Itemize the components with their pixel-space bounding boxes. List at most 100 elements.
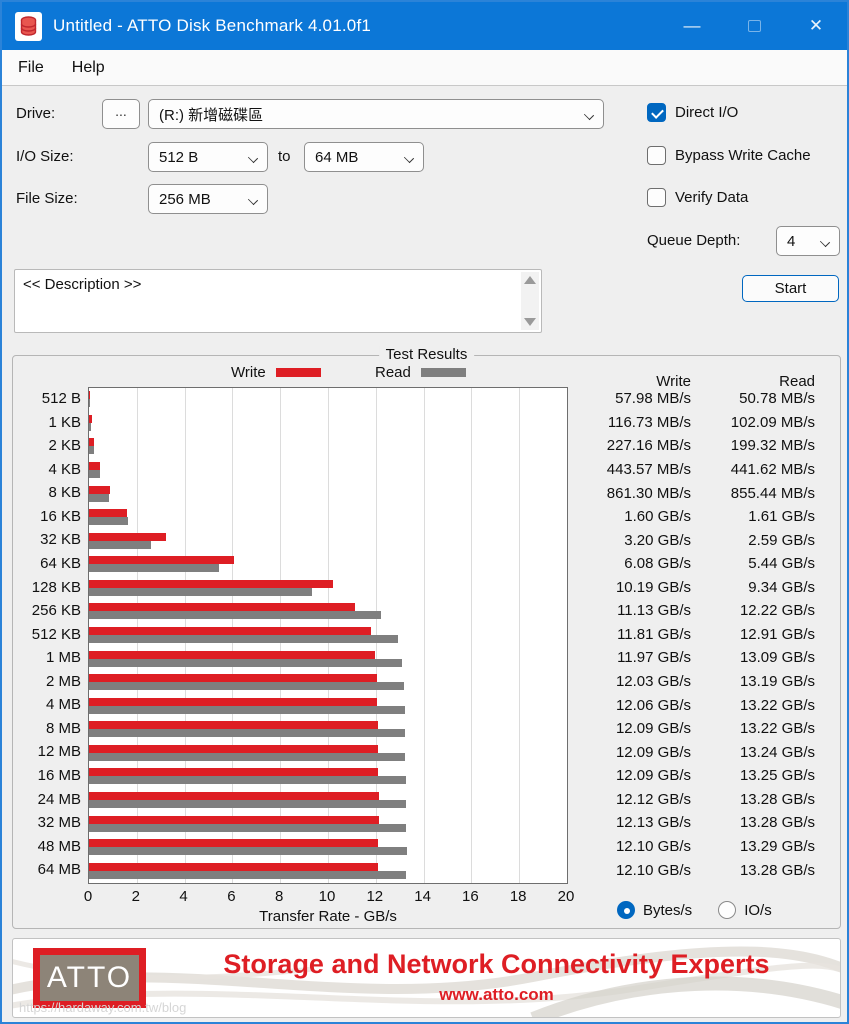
read-value: 12.91 GB/s [739, 625, 815, 643]
banner-tagline: Storage and Network Connectivity Experts [223, 949, 770, 979]
chart-bar-read [89, 729, 405, 738]
chart-bar-write [89, 579, 333, 588]
x-tick-label: 0 [83, 888, 93, 905]
close-button[interactable]: ✕ [785, 2, 847, 50]
bytes-per-sec-option[interactable]: Bytes/s [617, 901, 692, 919]
chart-category-label: 32 MB [37, 814, 81, 832]
file-size-select[interactable]: 256 MB [148, 184, 268, 214]
read-value: 102.09 MB/s [730, 413, 815, 431]
chart-category-label: 24 MB [37, 790, 81, 808]
chart-plot [88, 387, 568, 884]
description-input[interactable]: << Description >> [14, 269, 542, 333]
read-value: 13.28 GB/s [739, 790, 815, 808]
write-value: 12.09 GB/s [615, 767, 691, 785]
chart-bar-write [89, 744, 378, 753]
read-value: 441.62 MB/s [730, 460, 815, 478]
chart-bar-write [89, 768, 378, 777]
bytes-per-sec-radio[interactable] [617, 901, 635, 919]
chart-bar-read [89, 658, 402, 667]
scroll-down-icon[interactable] [524, 318, 536, 326]
chart-bar-write [89, 485, 110, 494]
verify-data-checkbox[interactable] [647, 188, 666, 207]
bypass-write-cache-option[interactable]: Bypass Write Cache [647, 146, 811, 165]
queue-depth-label: Queue Depth: [647, 232, 741, 249]
chart-bar-read [89, 705, 405, 714]
chart-bar-read [89, 635, 398, 643]
verify-data-option[interactable]: Verify Data [647, 188, 748, 207]
chart-category-label: 64 MB [37, 861, 81, 879]
file-size-label: File Size: [16, 190, 78, 207]
chevron-down-icon [247, 194, 259, 206]
window-title: Untitled - ATTO Disk Benchmark 4.01.0f1 [53, 16, 372, 35]
maximize-button[interactable] [723, 2, 785, 50]
chart-category-label: 2 MB [45, 672, 81, 690]
value-row: 11.81 GB/s 12.91 GB/s [573, 623, 815, 647]
write-value: 861.30 MB/s [606, 484, 691, 502]
chart-bar-read [89, 823, 407, 832]
chart-gridline [423, 388, 425, 883]
value-row: 57.98 MB/s 50.78 MB/s [573, 387, 815, 411]
write-value: 443.57 MB/s [606, 460, 691, 478]
chart-bar-read [89, 587, 313, 596]
chart-category-label: 12 MB [37, 743, 81, 761]
value-row: 12.13 GB/s 13.28 GB/s [573, 811, 815, 835]
write-value: 12.09 GB/s [615, 743, 691, 761]
queue-depth-select[interactable]: 4 [776, 226, 840, 256]
io-size-to-select[interactable]: 64 MB [304, 142, 424, 172]
start-button[interactable]: Start [742, 275, 839, 302]
banner-url[interactable]: www.atto.com [163, 985, 830, 1005]
test-results-group: Test Results Write Read Write Read 512 B… [12, 346, 841, 929]
write-value: 12.09 GB/s [615, 720, 691, 738]
x-axis-label: Transfer Rate - GB/s [259, 908, 397, 925]
disk-stack-icon [20, 15, 37, 36]
write-value: 116.73 MB/s [607, 413, 691, 431]
chart-category-label: 16 KB [40, 507, 81, 525]
menu-file[interactable]: File [6, 53, 56, 83]
chart-category-label: 4 KB [48, 460, 81, 478]
atto-banner: ATTO Storage and Network Connectivity Ex… [12, 938, 841, 1018]
io-size-label: I/O Size: [16, 148, 74, 165]
value-row: 11.97 GB/s 13.09 GB/s [573, 646, 815, 670]
chart-bar-read [89, 422, 92, 431]
chart-bar-write [89, 721, 378, 730]
write-value: 57.98 MB/s [615, 390, 691, 408]
io-per-sec-radio[interactable] [718, 901, 737, 919]
minimize-button[interactable]: — [661, 2, 723, 50]
chart-bar-write [89, 414, 92, 423]
chart-bar-write [89, 815, 379, 824]
maximize-icon [747, 20, 761, 32]
value-row: 12.09 GB/s 13.24 GB/s [573, 740, 815, 764]
menu-help[interactable]: Help [60, 53, 117, 83]
write-value: 1.60 GB/s [624, 508, 691, 526]
chart-bar-write [89, 674, 377, 683]
direct-io-option[interactable]: Direct I/O [647, 103, 738, 122]
x-tick-label: 18 [509, 888, 527, 905]
scroll-up-icon[interactable] [524, 276, 536, 284]
read-value: 13.25 GB/s [739, 767, 815, 785]
io-size-from-select[interactable]: 512 B [148, 142, 268, 172]
title-bar: Untitled - ATTO Disk Benchmark 4.01.0f1 … [2, 2, 847, 50]
drive-select[interactable]: (R:) 新增磁碟區 [148, 99, 604, 129]
write-swatch [275, 368, 321, 377]
bypass-write-cache-checkbox[interactable] [647, 146, 666, 165]
chart-bar-read [89, 446, 94, 455]
app-window: Untitled - ATTO Disk Benchmark 4.01.0f1 … [0, 0, 849, 1024]
chart-bar-read [89, 517, 128, 526]
direct-io-checkbox[interactable] [647, 103, 666, 122]
chevron-down-icon [819, 236, 831, 248]
write-value: 6.08 GB/s [624, 555, 691, 573]
value-row: 12.06 GB/s 13.22 GB/s [573, 693, 815, 717]
chart-bar-read [89, 752, 406, 761]
x-tick-label: 6 [227, 888, 236, 905]
write-value: 3.20 GB/s [624, 531, 691, 549]
value-row: 12.03 GB/s 13.19 GB/s [573, 670, 815, 694]
description-spinner[interactable] [521, 272, 539, 330]
value-row: 12.09 GB/s 13.25 GB/s [573, 764, 815, 788]
read-value: 13.28 GB/s [739, 861, 815, 879]
browse-button[interactable]: ... [102, 99, 140, 129]
write-value: 12.10 GB/s [615, 861, 691, 879]
read-value: 5.44 GB/s [748, 555, 815, 573]
value-row: 1.60 GB/s 1.61 GB/s [573, 505, 815, 529]
atto-logo: ATTO [33, 948, 146, 1008]
io-per-sec-option[interactable]: IO/s [718, 901, 772, 919]
